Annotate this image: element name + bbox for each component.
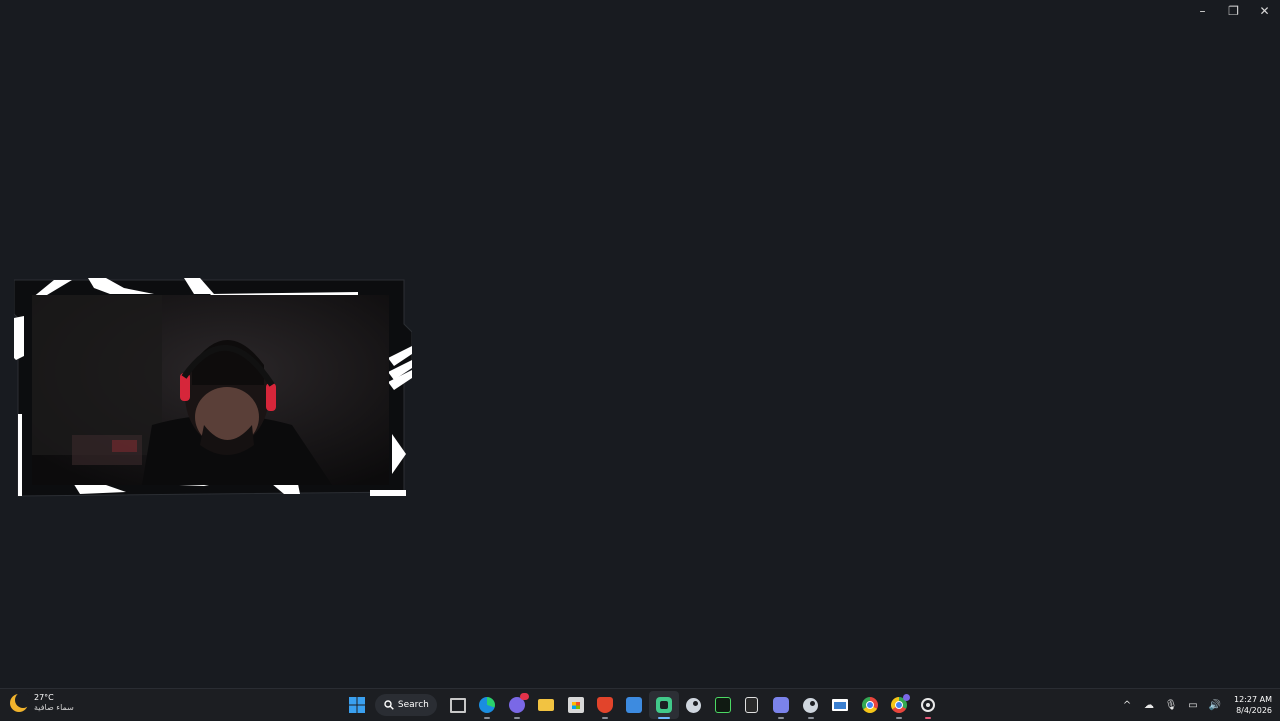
notification-badge — [902, 694, 910, 701]
taskbar-apps: Search — [342, 691, 943, 719]
notification-badge — [519, 693, 529, 700]
folder-icon — [538, 699, 555, 711]
minimize-button[interactable]: – — [1187, 0, 1218, 22]
microphone-icon[interactable]: 🎙 — [1164, 700, 1178, 711]
running-indicator — [602, 717, 609, 719]
teams-icon — [773, 697, 790, 713]
webcam-video — [32, 295, 389, 485]
running-indicator — [807, 717, 814, 719]
cloud-icon[interactable]: ☁ — [1142, 700, 1156, 711]
running-indicator — [484, 717, 491, 719]
window-icon — [832, 699, 849, 711]
volume-icon[interactable]: 🔊 — [1208, 700, 1222, 711]
taskbar-app-chrome[interactable] — [855, 691, 884, 719]
moon-icon — [10, 692, 31, 712]
taskbar-app-store[interactable] — [561, 691, 590, 719]
network-icon[interactable]: ▭ — [1186, 700, 1200, 711]
taskbar-app-epic[interactable] — [737, 691, 766, 719]
taskbar-app-mail[interactable] — [620, 691, 649, 719]
start-button[interactable] — [342, 691, 371, 719]
desktop: – ❐ ✕ — [0, 0, 1280, 688]
clock-date: 8/4/2026 — [1236, 706, 1272, 715]
window-controls: – ❐ ✕ — [1187, 0, 1280, 22]
search-icon — [384, 700, 394, 710]
weather-widget[interactable]: 27°C سماء صافية — [10, 692, 74, 713]
restore-button[interactable]: ❐ — [1218, 0, 1249, 22]
taskbar-app-a[interactable] — [708, 691, 737, 719]
running-indicator — [925, 717, 932, 719]
taskbar-app-chat[interactable] — [649, 691, 679, 719]
active-indicator — [657, 717, 670, 719]
store-icon — [567, 697, 584, 713]
system-tray: ^ ☁ 🎙 ▭ 🔊 12:27 AM 8/4/2026 — [1120, 689, 1272, 721]
running-indicator — [895, 717, 902, 719]
search-button[interactable]: Search — [375, 694, 438, 716]
taskbar-app-file-explorer[interactable] — [532, 691, 561, 719]
brave-icon — [597, 697, 614, 713]
windows-logo-icon — [348, 697, 365, 713]
chat-icon — [655, 697, 672, 713]
settings-gear-icon — [921, 698, 936, 712]
taskbar-app-edge[interactable] — [473, 691, 502, 719]
search-label: Search — [397, 700, 429, 710]
taskbar-app-steam[interactable] — [679, 691, 708, 719]
steam-icon — [803, 697, 819, 713]
mail-icon — [626, 697, 643, 713]
taskbar-app-discord[interactable] — [502, 691, 531, 719]
taskbar: 27°C سماء صافية Search ^ ☁ 🎙 ▭ 🔊 12:27 A… — [0, 688, 1280, 720]
chevron-up-icon[interactable]: ^ — [1120, 700, 1134, 711]
window-icon — [450, 697, 467, 713]
webcam-overlay — [14, 278, 412, 498]
taskbar-app-obs[interactable] — [914, 691, 943, 719]
taskbar-app-chrome-canary[interactable] — [884, 691, 913, 719]
taskbar-app-window[interactable] — [443, 691, 472, 719]
clock-time: 12:27 AM — [1234, 695, 1272, 704]
epic-icon — [745, 697, 759, 713]
weather-temperature: 27°C — [34, 693, 54, 702]
weather-description: سماء صافية — [34, 703, 74, 712]
chrome-icon — [861, 697, 878, 713]
taskbar-app-window-2[interactable] — [825, 691, 854, 719]
webcam-feed-image — [32, 295, 389, 485]
clock[interactable]: 12:27 AM 8/4/2026 — [1234, 694, 1272, 716]
running-indicator — [778, 717, 785, 719]
taskbar-app-brave[interactable] — [590, 691, 619, 719]
taskbar-app-teams[interactable] — [767, 691, 796, 719]
a-logo-icon — [714, 697, 731, 713]
close-button[interactable]: ✕ — [1249, 0, 1280, 22]
taskbar-app-steam-2[interactable] — [796, 691, 825, 719]
running-indicator — [513, 717, 520, 719]
edge-icon — [479, 697, 496, 713]
steam-icon — [685, 697, 701, 713]
